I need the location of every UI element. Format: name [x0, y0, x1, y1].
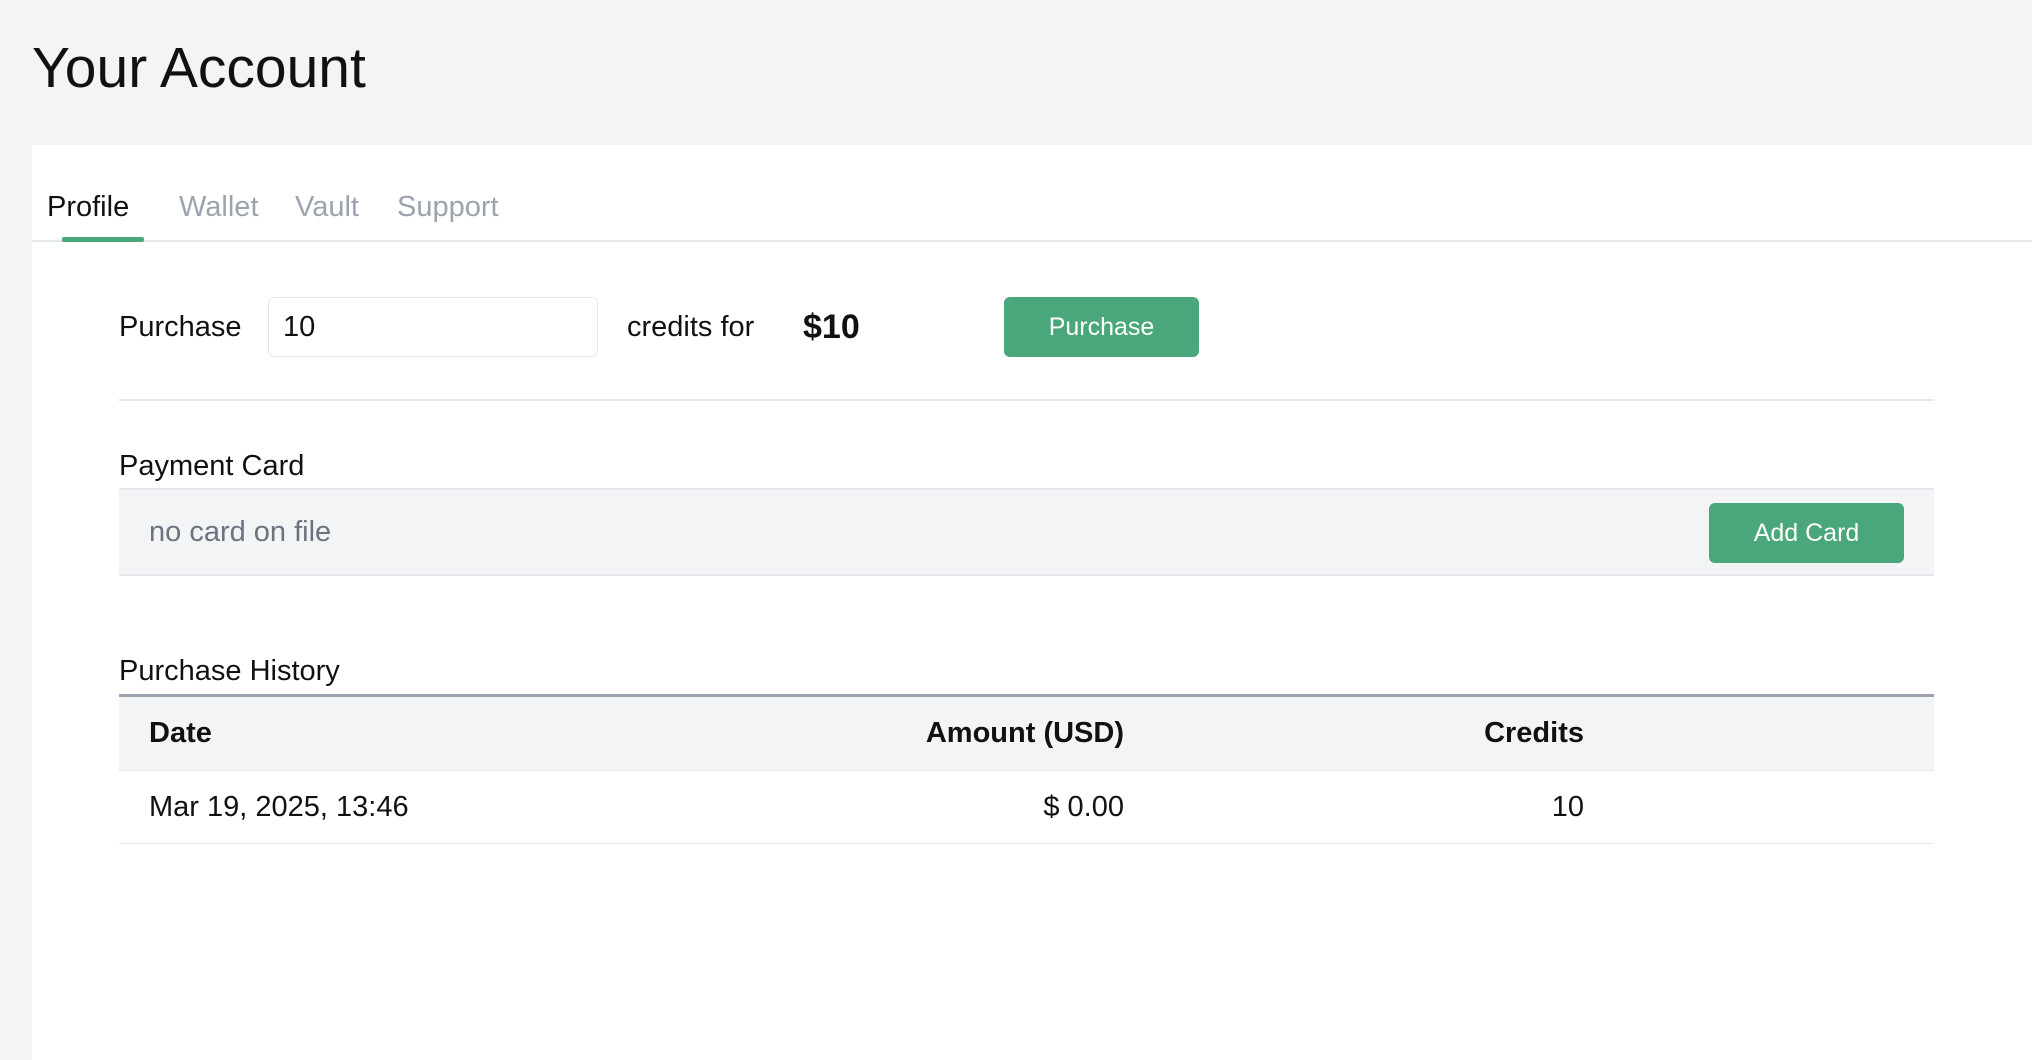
credits-for-label: credits for	[627, 311, 755, 343]
purchase-credits-row: Purchase credits for $10 Purchase	[119, 297, 1934, 357]
active-tab-indicator	[62, 237, 144, 242]
purchase-history-table: Date Amount (USD) Credits Mar 19, 2025, …	[119, 694, 1934, 844]
table-header-row: Date Amount (USD) Credits	[119, 694, 1934, 771]
tab-support[interactable]: Support	[397, 189, 499, 225]
tab-wallet[interactable]: Wallet	[179, 189, 259, 225]
table-row: Mar 19, 2025, 13:46 $ 0.00 10	[119, 770, 1934, 844]
purchase-price: $10	[803, 308, 860, 346]
row-date: Mar 19, 2025, 13:46	[119, 770, 794, 844]
purchase-history-title: Purchase History	[119, 655, 340, 687]
account-tabs: Profile Wallet Vault Support	[32, 145, 2032, 242]
payment-card-title: Payment Card	[119, 450, 305, 482]
section-divider	[119, 399, 1934, 401]
row-amount: $ 0.00	[794, 770, 1154, 844]
credits-quantity-input[interactable]	[268, 297, 598, 357]
row-spacer	[1614, 770, 1934, 844]
column-header-spacer	[1614, 694, 1934, 771]
purchase-button[interactable]: Purchase	[1004, 297, 1199, 357]
tab-profile[interactable]: Profile	[47, 189, 129, 225]
column-header-amount: Amount (USD)	[794, 694, 1154, 771]
column-header-date: Date	[119, 694, 794, 771]
account-panel: Profile Wallet Vault Support Purchase cr…	[32, 145, 2032, 1060]
column-header-credits: Credits	[1154, 694, 1614, 771]
card-status-text: no card on file	[149, 516, 332, 548]
row-credits: 10	[1154, 770, 1614, 844]
tab-vault[interactable]: Vault	[295, 189, 359, 225]
purchase-label: Purchase	[119, 311, 242, 343]
page-title: Your Account	[32, 36, 366, 100]
add-card-button[interactable]: Add Card	[1709, 503, 1904, 563]
payment-card-box: no card on file Add Card	[119, 488, 1934, 576]
